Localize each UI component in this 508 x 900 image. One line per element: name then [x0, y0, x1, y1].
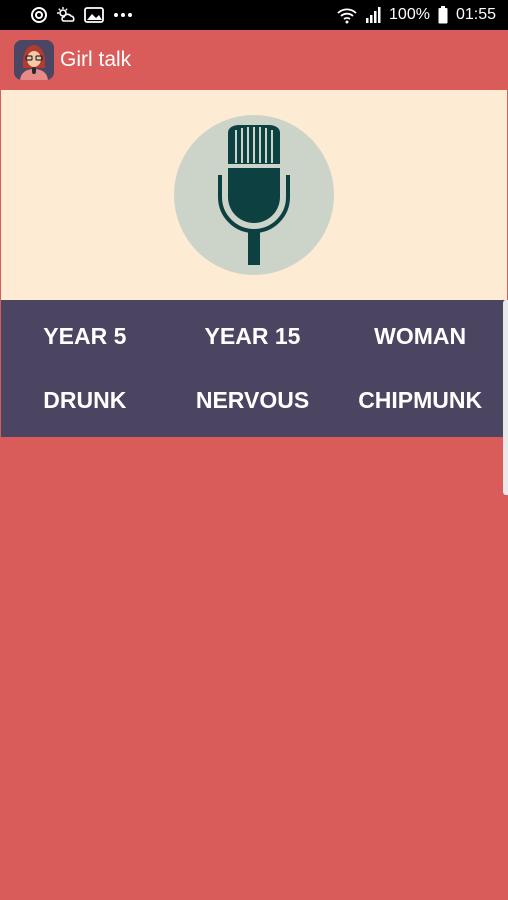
signal-icon [365, 6, 381, 24]
clock: 01:55 [455, 6, 496, 23]
app-title: Girl talk [60, 48, 132, 71]
sun-cloud-icon [56, 6, 76, 24]
microphone-icon [218, 125, 290, 265]
image-icon [84, 6, 104, 24]
effect-year-15-button[interactable]: YEAR 15 [169, 304, 337, 369]
voice-effects-grid: YEAR 5 YEAR 15 WOMAN DRUNK NERVOUS CHIPM… [1, 300, 504, 437]
battery-icon [438, 6, 448, 24]
status-left-icons [30, 6, 134, 24]
status-right-icons: 100% 01:55 [337, 6, 496, 24]
effect-drunk-button[interactable]: DRUNK [1, 369, 169, 434]
status-bar: 100% 01:55 [0, 0, 508, 30]
effect-chipmunk-button[interactable]: CHIPMUNK [336, 369, 504, 434]
more-dots-icon [112, 6, 134, 24]
effect-nervous-button[interactable]: NERVOUS [169, 369, 337, 434]
record-button[interactable] [174, 115, 334, 275]
sync-icon [30, 6, 48, 24]
effect-year-5-button[interactable]: YEAR 5 [1, 304, 169, 369]
battery-text: 100% [389, 6, 430, 23]
wifi-icon [337, 6, 357, 24]
scrollbar[interactable] [503, 300, 508, 495]
girl-avatar-icon [14, 40, 54, 80]
mic-panel [1, 90, 507, 300]
effect-woman-button[interactable]: WOMAN [336, 304, 504, 369]
app-bar: Girl talk [0, 30, 508, 90]
